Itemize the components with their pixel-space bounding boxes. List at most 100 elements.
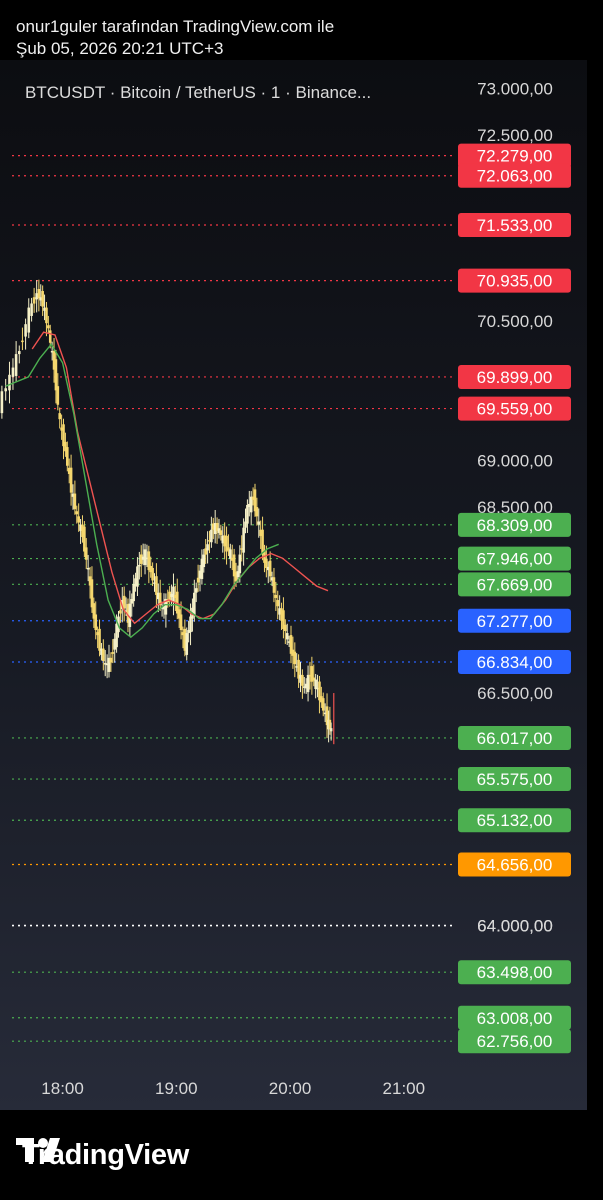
candle-body (196, 577, 200, 583)
candle-body (122, 595, 126, 609)
price-level-label: 64.000,00 (477, 917, 553, 936)
candle-body (86, 567, 90, 570)
candle-body (185, 633, 189, 655)
candle-body (268, 560, 272, 577)
candle-body (285, 633, 289, 640)
candle-body (35, 293, 38, 300)
candle-body (238, 554, 242, 574)
date-line: Şub 05, 2026 20:21 UTC+3 (16, 39, 224, 58)
candle-body (119, 610, 122, 614)
moving-average-green (5, 343, 279, 639)
candle-body (32, 297, 36, 304)
candle-body (41, 291, 44, 307)
candle-body (8, 374, 11, 391)
y-axis-tick-label: 73.000,00 (477, 80, 553, 99)
candle-body (21, 340, 24, 343)
price-level-label: 67.669,00 (477, 575, 553, 594)
candle-body (229, 549, 232, 559)
candle-body (98, 628, 101, 651)
candle-body (206, 544, 209, 551)
candle-body (73, 493, 77, 510)
candle-body (321, 698, 325, 711)
candle-body (30, 303, 33, 316)
candle-body (136, 566, 139, 587)
candle-body (24, 324, 27, 337)
candle-body (138, 564, 141, 567)
candle-body (14, 354, 18, 376)
candle-body (265, 558, 268, 569)
price-level-label: 65.132,00 (477, 811, 553, 830)
chart-header: onur1guler tarafından TradingView.com il… (16, 16, 576, 60)
candle-body (246, 504, 249, 524)
price-level-label: 66.834,00 (477, 653, 553, 672)
moving-average-red (31, 331, 329, 625)
y-axis-tick-label: 72.500,00 (477, 126, 553, 145)
price-level-label: 72.279,00 (477, 147, 553, 166)
author-line: onur1guler tarafından TradingView.com il… (16, 17, 335, 36)
price-level-label: 62.756,00 (477, 1032, 553, 1051)
y-axis-tick-label: 69.000,00 (477, 452, 553, 471)
x-axis-tick-label: 19:00 (155, 1079, 198, 1098)
price-level-label: 67.946,00 (477, 550, 553, 569)
candle-body (45, 307, 48, 324)
x-axis-tick-label: 18:00 (41, 1079, 84, 1098)
price-level-label: 70.935,00 (477, 272, 553, 291)
candle-body (56, 386, 60, 405)
candle-body (219, 530, 223, 535)
candle-body (77, 516, 80, 523)
candle-body (27, 307, 31, 333)
candle-body (314, 679, 317, 690)
candle-body (102, 648, 105, 662)
candle-body (255, 507, 259, 517)
candle-body (11, 367, 15, 377)
candle-body (272, 577, 276, 593)
candle-body (189, 616, 192, 633)
candle-body (306, 674, 310, 693)
candle-body (257, 521, 261, 525)
candle-body (69, 467, 73, 493)
candle-body (0, 391, 4, 414)
candle-body (151, 567, 154, 581)
price-level-label: 64.656,00 (477, 856, 553, 875)
candle-body (172, 586, 175, 603)
price-level-label: 65.575,00 (477, 770, 553, 789)
candle-body (94, 614, 98, 631)
candle-body (274, 594, 278, 598)
price-level-label: 67.277,00 (477, 612, 553, 631)
candle-body (132, 584, 135, 602)
candle-body (54, 359, 58, 391)
symbol-legend[interactable]: BTCUSDT · Bitcoin / TetherUS · 1 · Binan… (25, 83, 371, 103)
price-chart[interactable]: 73.000,0072.500,0070.500,0069.000,0068.5… (0, 60, 587, 1110)
chart-panel[interactable]: 73.000,00 72.500,00 70.500,00 69.000,00 68.5… (0, 60, 587, 1110)
candle-body (111, 652, 115, 654)
candle-body (66, 447, 69, 466)
price-level-label: 69.559,00 (477, 400, 553, 419)
candle-body (47, 325, 50, 329)
price-level-label: 68.309,00 (477, 516, 553, 535)
candle-body (301, 674, 304, 686)
footer: TradingView (16, 1135, 189, 1175)
candle-body (202, 554, 206, 568)
candle-body (242, 527, 245, 553)
candle-body (143, 549, 147, 566)
price-level-label: 69.899,00 (477, 368, 553, 387)
candle-body (17, 351, 21, 355)
y-axis-tick-label: 66.500,00 (477, 684, 553, 703)
price-level-label: 63.498,00 (477, 963, 553, 982)
price-level-label: 72.063,00 (477, 167, 553, 186)
candle-body (284, 624, 287, 632)
y-axis-tick-label: 70.500,00 (477, 312, 553, 331)
candle-body (194, 588, 198, 593)
candle-body (58, 413, 62, 420)
candle-body (276, 600, 280, 607)
candle-body (193, 592, 196, 617)
x-axis-tick-label: 21:00 (383, 1079, 426, 1098)
candle-body (109, 657, 113, 663)
price-level-label: 71.533,00 (477, 216, 553, 235)
tradingview-logo-icon (16, 1138, 60, 1162)
candle-body (37, 288, 41, 299)
candle-body (155, 576, 158, 595)
price-level-label: 66.017,00 (477, 729, 553, 748)
x-axis-tick-label: 20:00 (269, 1079, 312, 1098)
price-level-label: 63.008,00 (477, 1009, 553, 1028)
